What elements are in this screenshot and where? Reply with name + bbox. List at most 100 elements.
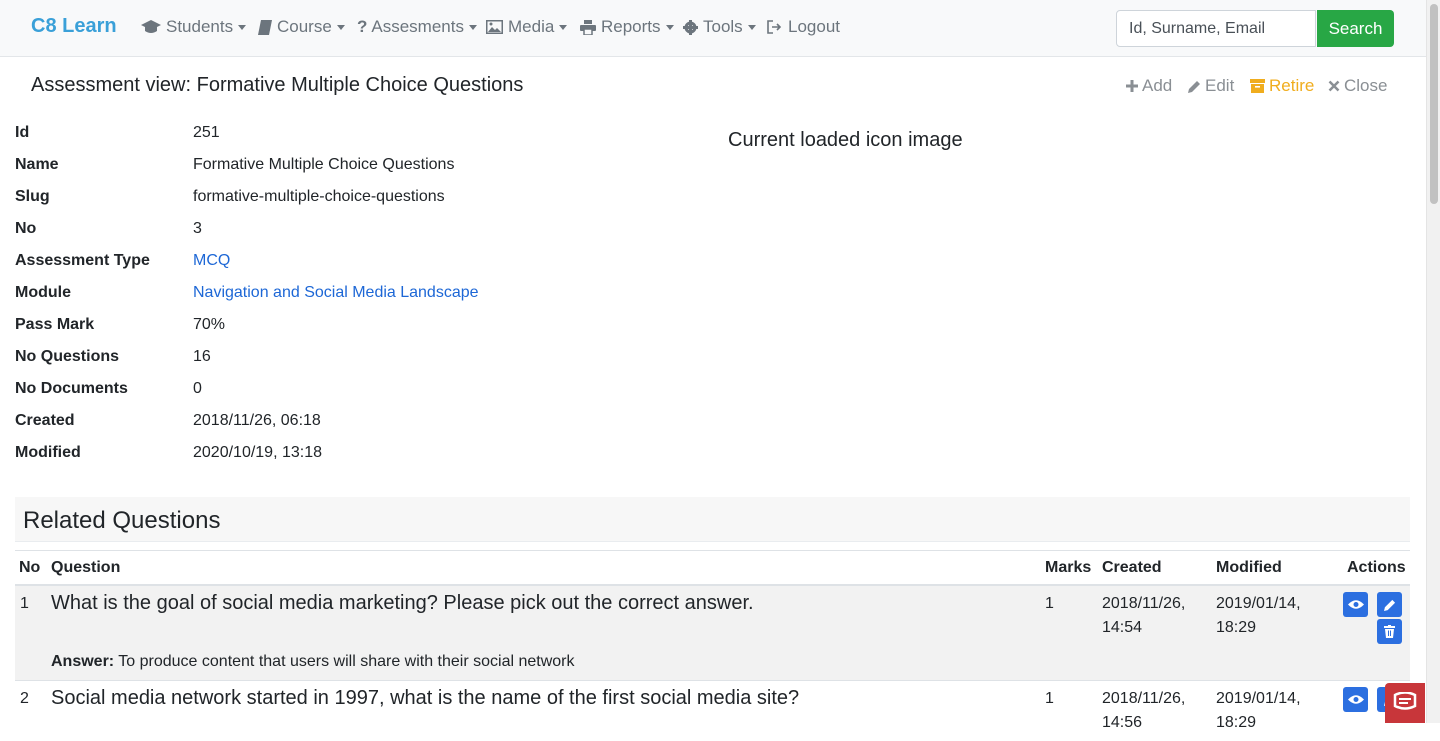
row-marks: 1 — [1045, 690, 1054, 707]
detail-label-name: Name — [15, 156, 59, 173]
column-header-no: No — [19, 559, 41, 576]
table-row: 1 What is the goal of social media marke… — [15, 586, 1410, 681]
nav-course-label: Course — [277, 17, 332, 36]
view-button[interactable] — [1343, 592, 1368, 617]
detail-value-no: 3 — [193, 220, 202, 237]
answer-text: Answer: To produce content that users wi… — [51, 653, 575, 671]
detail-label-no-documents: No Documents — [15, 380, 128, 397]
nav-logout[interactable]: Logout — [767, 17, 840, 37]
nav-reports[interactable]: Reports — [580, 17, 674, 37]
row-marks: 1 — [1045, 595, 1054, 612]
top-navbar: C8 Learn Students Course ? Assesments Me… — [0, 0, 1426, 57]
table-divider — [15, 550, 1410, 551]
row-created-time: 14:54 — [1102, 619, 1143, 636]
row-modified-date: 2019/01/14, — [1216, 595, 1301, 612]
row-created: 2018/11/26, 14:54 — [1102, 592, 1185, 640]
trash-icon — [1384, 625, 1395, 638]
search-button[interactable]: Search — [1317, 10, 1394, 47]
table-row: 2 Social media network started in 1997, … — [15, 681, 1410, 741]
detail-value-no-questions: 16 — [193, 348, 211, 365]
chevron-down-icon — [238, 24, 247, 30]
assessment-type-link[interactable]: MCQ — [193, 252, 230, 270]
page-scrollbar[interactable] — [1426, 0, 1440, 723]
nav-media[interactable]: Media — [486, 17, 568, 37]
detail-value-created: 2018/11/26, 06:18 — [193, 412, 321, 429]
nav-media-label: Media — [508, 17, 555, 36]
plus-icon — [1126, 80, 1138, 92]
row-modified-date: 2019/01/14, — [1216, 690, 1301, 707]
close-button[interactable]: Close — [1328, 76, 1387, 96]
nav-tools[interactable]: Tools — [683, 17, 756, 37]
graduation-cap-icon — [141, 20, 161, 33]
detail-label-no-questions: No Questions — [15, 348, 120, 365]
detail-value-slug: formative-multiple-choice-questions — [193, 188, 445, 205]
column-header-marks: Marks — [1045, 559, 1092, 576]
eye-icon — [1347, 695, 1364, 704]
column-header-created: Created — [1102, 559, 1162, 576]
retire-button[interactable]: Retire — [1250, 76, 1314, 96]
detail-value-pass-mark: 70% — [193, 316, 226, 333]
detail-value-modified: 2020/10/19, 13:18 — [193, 444, 323, 461]
nav-assesments-label: Assesments — [371, 17, 464, 36]
chevron-down-icon — [559, 24, 568, 30]
brand-logo[interactable]: C8 Learn — [31, 15, 117, 38]
help-widget-button[interactable] — [1385, 683, 1425, 723]
row-created: 2018/11/26, 14:56 — [1102, 687, 1185, 735]
detail-label-created: Created — [15, 412, 75, 429]
question-text: What is the goal of social media marketi… — [51, 592, 754, 614]
chevron-down-icon — [665, 24, 674, 30]
edit-button[interactable]: Edit — [1188, 76, 1234, 96]
question-text: Social media network started in 1997, wh… — [51, 687, 800, 709]
pencil-icon — [1188, 80, 1200, 93]
print-icon — [580, 19, 596, 35]
answer-label: Answer: — [51, 653, 115, 670]
archive-icon — [1250, 79, 1265, 93]
row-modified-time: 18:29 — [1216, 619, 1257, 636]
eye-icon — [1347, 600, 1364, 609]
detail-label-pass-mark: Pass Mark — [15, 316, 95, 333]
column-header-question: Question — [51, 559, 121, 576]
icon-image-caption: Current loaded icon image — [728, 129, 963, 151]
related-questions-title: Related Questions — [23, 507, 221, 534]
row-modified-time: 18:29 — [1216, 714, 1257, 731]
question-icon: ? — [357, 17, 368, 36]
scrollbar-thumb[interactable] — [1430, 4, 1438, 204]
detail-label-id: Id — [15, 124, 30, 141]
row-modified: 2019/01/14, 18:29 — [1216, 687, 1301, 735]
row-created-time: 14:56 — [1102, 714, 1143, 731]
retire-label: Retire — [1269, 76, 1315, 95]
nav-course[interactable]: Course — [258, 17, 345, 37]
delete-question-button[interactable] — [1377, 619, 1402, 644]
detail-label-no: No — [15, 220, 37, 237]
book-icon — [258, 19, 272, 35]
chat-widget-icon — [1393, 692, 1417, 710]
page-title: Assessment view: Formative Multiple Choi… — [31, 74, 524, 96]
view-button[interactable] — [1343, 687, 1368, 712]
nav-reports-label: Reports — [601, 17, 661, 36]
module-link[interactable]: Navigation and Social Media Landscape — [193, 284, 479, 302]
add-label: Add — [1142, 76, 1173, 95]
pencil-icon — [1383, 599, 1395, 611]
edit-question-button[interactable] — [1377, 592, 1402, 617]
detail-label-modified: Modified — [15, 444, 81, 461]
nav-students[interactable]: Students — [141, 17, 247, 37]
chevron-down-icon — [336, 24, 345, 30]
row-no: 2 — [20, 690, 29, 707]
related-questions-header: Related Questions — [15, 497, 1410, 542]
nav-assesments[interactable]: ? Assesments — [357, 17, 477, 37]
close-label: Close — [1344, 76, 1388, 95]
nav-students-label: Students — [166, 17, 234, 36]
image-icon — [486, 20, 503, 34]
chevron-down-icon — [747, 24, 756, 30]
add-button[interactable]: Add — [1126, 76, 1172, 96]
edit-label: Edit — [1205, 76, 1235, 95]
detail-value-no-documents: 0 — [193, 380, 202, 397]
answer-value: To produce content that users will share… — [118, 653, 575, 670]
detail-label-slug: Slug — [15, 188, 50, 205]
sign-out-icon — [767, 20, 782, 34]
detail-label-module: Module — [15, 284, 71, 301]
row-created-date: 2018/11/26, — [1102, 595, 1186, 612]
detail-label-assessment-type: Assessment Type — [15, 252, 150, 269]
row-no: 1 — [20, 595, 29, 612]
search-input[interactable] — [1116, 10, 1316, 47]
